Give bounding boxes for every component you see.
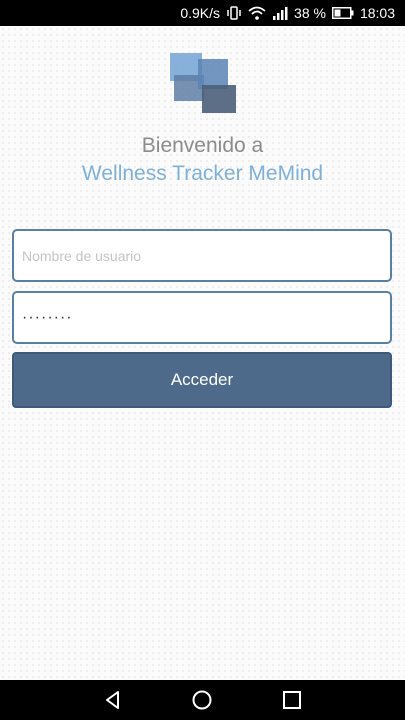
username-placeholder: Nombre de usuario bbox=[22, 247, 142, 264]
login-button[interactable]: Acceder bbox=[12, 352, 392, 408]
status-bar: 0.9K/s 38 % 18:03 bbox=[0, 0, 405, 26]
signal-icon bbox=[272, 6, 288, 20]
clock: 18:03 bbox=[359, 5, 395, 21]
home-icon[interactable] bbox=[190, 688, 214, 712]
battery-icon bbox=[331, 7, 354, 19]
back-icon[interactable] bbox=[101, 688, 125, 712]
password-value: ········ bbox=[22, 308, 73, 326]
username-field[interactable]: Nombre de usuario bbox=[12, 229, 392, 282]
navigation-bar bbox=[0, 680, 405, 720]
app-name: Wellness Tracker MeMind bbox=[81, 162, 324, 185]
battery-percent: 38 % bbox=[294, 5, 326, 21]
wifi-icon bbox=[248, 6, 266, 20]
memind-logo bbox=[168, 51, 238, 115]
welcome-text: Bienvenido a bbox=[141, 134, 264, 157]
recents-icon[interactable] bbox=[280, 688, 304, 712]
network-speed: 0.9K/s bbox=[180, 5, 221, 21]
vibrate-icon bbox=[226, 6, 242, 20]
login-screen: Bienvenido a Wellness Tracker MeMind Nom… bbox=[0, 26, 405, 680]
password-field[interactable]: ········ bbox=[12, 291, 392, 344]
